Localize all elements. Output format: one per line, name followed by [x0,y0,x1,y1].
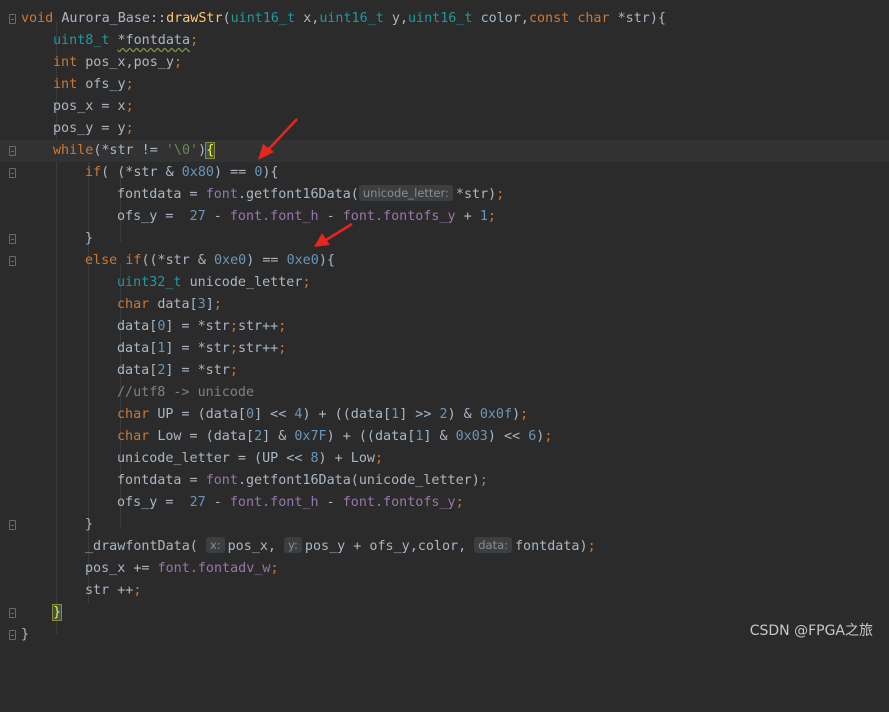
code-editor[interactable]: void Aurora_Base::drawStr(uint16_t x,uin… [0,0,889,650]
red-arrow-icon [314,222,353,247]
red-arrow-icon [258,118,298,160]
annotation-arrows [258,118,353,247]
watermark: CSDN @FPGA之旅 [749,623,873,639]
